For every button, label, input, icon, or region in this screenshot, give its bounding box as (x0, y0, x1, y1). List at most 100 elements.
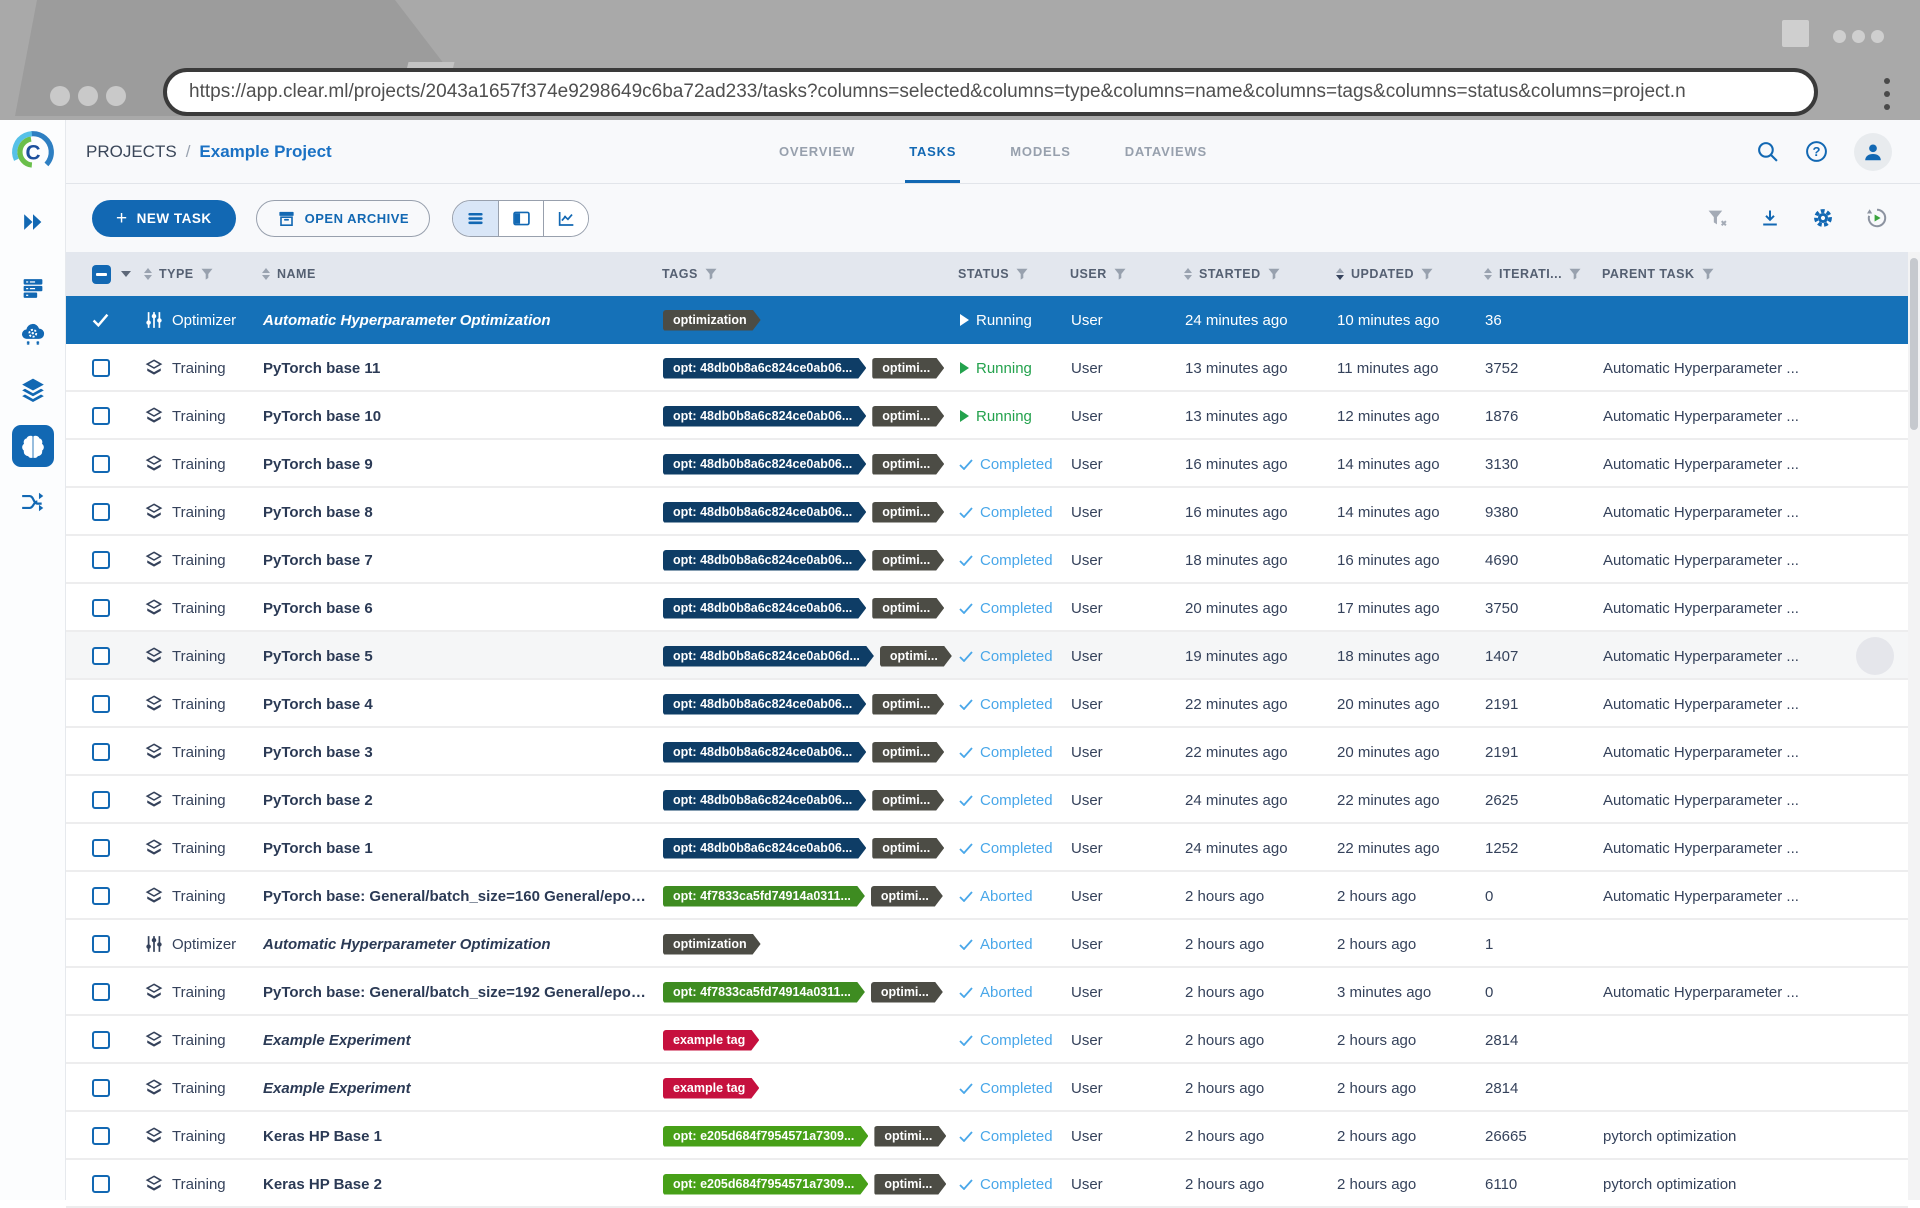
table-row[interactable]: Training PyTorch base 5 opt: 48db0b8a6c824… (66, 632, 1908, 680)
row-checkbox[interactable] (92, 1127, 110, 1145)
filter-funnel-icon[interactable] (1114, 268, 1126, 280)
check-icon[interactable] (92, 313, 109, 327)
row-checkbox[interactable] (92, 1175, 110, 1193)
filter-funnel-icon[interactable] (1702, 268, 1714, 280)
row-checkbox[interactable] (92, 503, 110, 521)
window-traffic-lights[interactable] (50, 86, 126, 106)
task-name[interactable]: PyTorch base 11 (258, 360, 658, 377)
download-icon[interactable] (1760, 208, 1780, 228)
tab-tasks[interactable]: TASKS (905, 120, 960, 183)
table-row[interactable]: Optimizer Automatic Hyperparameter Optimi… (66, 296, 1908, 344)
task-name[interactable]: PyTorch base: General/batch_size=160 Gen… (258, 888, 658, 905)
column-header-parent[interactable]: PARENT TASK (1598, 267, 1908, 281)
filter-funnel-icon[interactable] (1569, 268, 1581, 280)
select-all-checkbox[interactable] (92, 264, 111, 284)
task-name[interactable]: PyTorch base 3 (258, 744, 658, 761)
task-name[interactable]: Automatic Hyperparameter Optimization (258, 312, 658, 329)
filter-funnel-icon[interactable] (1421, 268, 1433, 280)
url-bar[interactable]: https://app.clear.ml/projects/2043a1657f… (163, 68, 1818, 116)
column-header-name[interactable]: NAME (258, 267, 658, 281)
task-name[interactable]: PyTorch base 10 (258, 408, 658, 425)
task-name[interactable]: PyTorch base 8 (258, 504, 658, 521)
table-row[interactable]: Training PyTorch base 6 opt: 48db0b8a6c824… (66, 584, 1908, 632)
row-checkbox[interactable] (92, 1031, 110, 1049)
task-name[interactable]: Example Experiment (258, 1080, 658, 1097)
table-row[interactable]: Training PyTorch base 7 opt: 48db0b8a6c824… (66, 536, 1908, 584)
filter-funnel-icon[interactable] (1016, 268, 1028, 280)
user-avatar[interactable] (1854, 132, 1892, 171)
column-header-type[interactable]: TYPE (140, 267, 258, 281)
row-checkbox[interactable] (92, 791, 110, 809)
task-name[interactable]: PyTorch base 1 (258, 840, 658, 857)
scrollbar-thumb[interactable] (1910, 258, 1918, 430)
column-header-tags[interactable]: TAGS (658, 267, 954, 281)
table-row[interactable]: Training PyTorch base: General/batch_size… (66, 872, 1908, 920)
column-header-updated[interactable]: UPDATED (1332, 267, 1480, 281)
task-name[interactable]: Example Experiment (258, 1032, 658, 1049)
datasets-icon[interactable] (20, 377, 46, 403)
settings-icon[interactable] (1812, 207, 1834, 229)
column-header-started[interactable]: STARTED (1180, 267, 1332, 281)
select-dropdown-caret-icon[interactable] (121, 271, 131, 277)
table-row[interactable]: Training PyTorch base 11 opt: 48db0b8a6c82… (66, 344, 1908, 392)
table-row[interactable]: Training PyTorch base 4 opt: 48db0b8a6c824… (66, 680, 1908, 728)
task-name[interactable]: PyTorch base 4 (258, 696, 658, 713)
row-checkbox[interactable] (92, 647, 110, 665)
open-archive-button[interactable]: OPEN ARCHIVE (255, 199, 431, 237)
url-text[interactable]: https://app.clear.ml/projects/2043a1657f… (189, 81, 1792, 103)
row-checkbox[interactable] (92, 839, 110, 857)
sort-icon[interactable] (262, 268, 270, 280)
filter-funnel-icon[interactable] (705, 268, 717, 280)
tab-models[interactable]: MODELS (1006, 120, 1074, 183)
row-checkbox[interactable] (92, 599, 110, 617)
clearml-logo[interactable]: C (10, 129, 56, 175)
column-header-select-all[interactable] (66, 264, 140, 284)
filter-funnel-icon[interactable] (1268, 268, 1280, 280)
table-row[interactable]: Training Keras HP Base 1 opt: e205d684f795… (66, 1112, 1908, 1160)
row-checkbox[interactable] (92, 1079, 110, 1097)
tab-overview[interactable]: OVERVIEW (775, 120, 859, 183)
projects-icon[interactable] (11, 425, 54, 467)
autoscalers-icon[interactable] (20, 321, 46, 347)
window-control-dots[interactable] (1833, 30, 1884, 43)
row-checkbox[interactable] (92, 935, 110, 953)
table-row[interactable]: Training PyTorch base 9 opt: 48db0b8a6c824… (66, 440, 1908, 488)
task-name[interactable]: PyTorch base 6 (258, 600, 658, 617)
row-checkbox[interactable] (92, 887, 110, 905)
sort-icon[interactable] (1484, 268, 1492, 280)
row-checkbox[interactable] (92, 359, 110, 377)
task-name[interactable]: Keras HP Base 2 (258, 1176, 658, 1193)
table-row[interactable]: Training PyTorch base 1 opt: 48db0b8a6c824… (66, 824, 1908, 872)
task-name[interactable]: PyTorch base 7 (258, 552, 658, 569)
task-name[interactable]: PyTorch base 9 (258, 456, 658, 473)
chart-view-icon[interactable] (543, 200, 589, 236)
sort-icon[interactable] (144, 268, 152, 280)
task-name[interactable]: PyTorch base 2 (258, 792, 658, 809)
task-name[interactable]: Automatic Hyperparameter Optimization (258, 936, 658, 953)
new-task-button[interactable]: + NEW TASK (92, 199, 236, 237)
column-header-iteration[interactable]: ITERATI... (1480, 267, 1598, 281)
breadcrumb-current-project[interactable]: Example Project (199, 142, 331, 162)
pipelines-icon[interactable] (20, 489, 46, 515)
column-header-status[interactable]: STATUS (954, 267, 1066, 281)
tab-dataviews[interactable]: DATAVIEWS (1121, 120, 1211, 183)
breadcrumb-projects[interactable]: PROJECTS (86, 142, 177, 162)
sort-icon[interactable] (1336, 268, 1344, 280)
workers-queues-icon[interactable] (20, 276, 45, 301)
table-row[interactable]: Training Keras HP Base 2 opt: e205d684f795… (66, 1160, 1908, 1208)
search-icon[interactable] (1756, 140, 1779, 163)
kebab-menu-icon[interactable] (1884, 78, 1890, 110)
table-row[interactable]: Training PyTorch base 2 opt: 48db0b8a6c824… (66, 776, 1908, 824)
task-name[interactable]: PyTorch base 5 (258, 648, 658, 665)
filter-funnel-icon[interactable] (201, 268, 213, 280)
sort-icon[interactable] (1184, 268, 1192, 280)
table-row[interactable]: Training PyTorch base 8 opt: 48db0b8a6c824… (66, 488, 1908, 536)
row-checkbox[interactable] (92, 551, 110, 569)
vertical-scrollbar[interactable] (1908, 252, 1920, 1200)
table-view-icon[interactable] (453, 200, 499, 236)
task-name[interactable]: Keras HP Base 1 (258, 1128, 658, 1145)
table-row[interactable]: Optimizer Automatic Hyperparameter Optimi… (66, 920, 1908, 968)
column-header-user[interactable]: USER (1066, 267, 1180, 281)
table-row[interactable]: Training PyTorch base 3 opt: 48db0b8a6c824… (66, 728, 1908, 776)
row-checkbox[interactable] (92, 983, 110, 1001)
